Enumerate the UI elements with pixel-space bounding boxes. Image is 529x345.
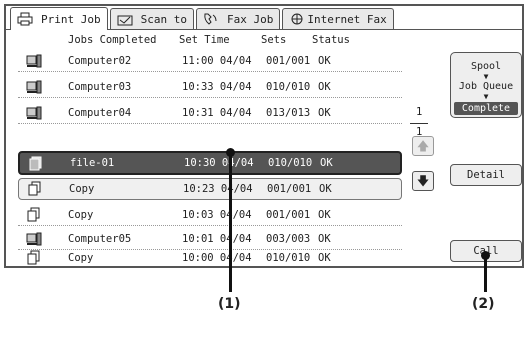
file-icon	[28, 156, 44, 172]
set-time: 10:31 04/04	[182, 106, 252, 119]
tab-internet-fax[interactable]: Internet Fax	[282, 8, 394, 29]
fax-icon	[203, 12, 219, 26]
job-name: Computer02	[68, 54, 132, 67]
job-name: Copy	[68, 208, 94, 221]
set-time: 10:30 04/04	[184, 157, 254, 169]
tab-label: Internet Fax	[307, 12, 387, 26]
header-jobs-completed: Jobs Completed	[68, 34, 157, 46]
table-row[interactable]: Computer02 11:00 04/04 001/001 OK	[18, 50, 402, 72]
sets: 003/003	[266, 232, 311, 245]
arrow-up-icon: 🡅	[416, 139, 430, 153]
internet-fax-icon	[289, 12, 305, 26]
sets: 013/013	[266, 106, 311, 119]
printer-icon	[17, 12, 33, 26]
sets: 010/010	[268, 157, 313, 169]
set-time: 10:33 04/04	[182, 80, 252, 93]
detail-button[interactable]: Detail	[450, 164, 522, 186]
status: OK	[318, 252, 331, 264]
tab-label: Scan to	[140, 12, 187, 26]
status: OK	[320, 157, 333, 169]
job-name: Copy	[68, 252, 94, 264]
callout-1-label: (1)	[218, 296, 241, 312]
set-time: 11:00 04/04	[182, 54, 252, 67]
status: OK	[318, 54, 331, 67]
computer-icon	[26, 53, 42, 69]
table-row[interactable]: Computer05 10:01 04/04 003/003 OK	[18, 228, 402, 250]
tab-print-job[interactable]: Print Job	[10, 7, 108, 30]
computer-icon	[26, 105, 42, 121]
tab-label: Fax Job	[226, 12, 274, 26]
set-time: 10:00 04/04	[182, 252, 252, 264]
sets: 010/010	[266, 80, 311, 93]
callout-1-leader	[229, 153, 232, 292]
table-row[interactable]: Copy 10:00 04/04 010/010 OK	[18, 250, 402, 266]
set-time: 10:23 04/04	[183, 183, 253, 195]
tab-scan-to[interactable]: Scan to	[109, 8, 194, 29]
status: OK	[318, 106, 331, 119]
scanner-icon	[117, 12, 133, 26]
sets: 010/010	[266, 252, 311, 264]
scroll-up-button[interactable]: 🡅	[412, 136, 434, 156]
status: OK	[318, 80, 331, 93]
job-name: Computer05	[68, 232, 132, 245]
job-status-panel: Print Job Scan to Fax Job Internet Fax J…	[4, 4, 524, 268]
callout-2-leader	[484, 256, 487, 292]
job-name: Computer03	[68, 80, 132, 93]
scroll-down-button[interactable]: 🡇	[412, 171, 434, 191]
queue-selector[interactable]: Spool ▼ Job Queue ▼ Complete	[450, 52, 522, 118]
arrow-down-icon: ▼	[483, 92, 489, 101]
table-row[interactable]: Computer04 10:31 04/04 013/013 OK	[18, 102, 402, 124]
header-sets: Sets	[261, 34, 287, 46]
copy-icon	[27, 181, 43, 197]
sets: 001/001	[267, 183, 312, 195]
header-set-time: Set Time	[179, 34, 230, 46]
computer-icon	[26, 231, 42, 247]
page-separator	[410, 123, 428, 124]
job-name: Computer04	[68, 106, 132, 119]
job-name: file-01	[70, 157, 115, 169]
tab-label: Print Job	[41, 12, 101, 26]
page-current: 1	[416, 106, 423, 118]
copy-icon	[26, 250, 42, 266]
callout-2-label: (2)	[472, 296, 495, 312]
tab-fax-job[interactable]: Fax Job	[195, 8, 281, 29]
set-time: 10:03 04/04	[182, 208, 252, 221]
job-name: Copy	[69, 183, 95, 195]
copy-icon	[26, 207, 42, 223]
header-status: Status	[312, 34, 350, 46]
table-row[interactable]: Copy 10:03 04/04 001/001 OK	[18, 204, 402, 226]
sets: 001/001	[266, 54, 311, 67]
sets: 001/001	[266, 208, 311, 221]
set-time: 10:01 04/04	[182, 232, 252, 245]
table-row[interactable]: Computer03 10:33 04/04 010/010 OK	[18, 76, 402, 98]
status: OK	[318, 208, 331, 221]
table-row-selected[interactable]: file-01 10:30 04/04 010/010 OK	[18, 151, 402, 175]
queue-complete[interactable]: Complete	[454, 102, 518, 115]
status: OK	[319, 183, 332, 195]
computer-icon	[26, 79, 42, 95]
arrow-down-icon: ▼	[483, 72, 489, 81]
arrow-down-icon: 🡇	[416, 174, 430, 188]
status: OK	[318, 232, 331, 245]
table-row[interactable]: Copy 10:23 04/04 001/001 OK	[18, 178, 402, 200]
tab-bar: Print Job Scan to Fax Job Internet Fax	[10, 7, 396, 30]
